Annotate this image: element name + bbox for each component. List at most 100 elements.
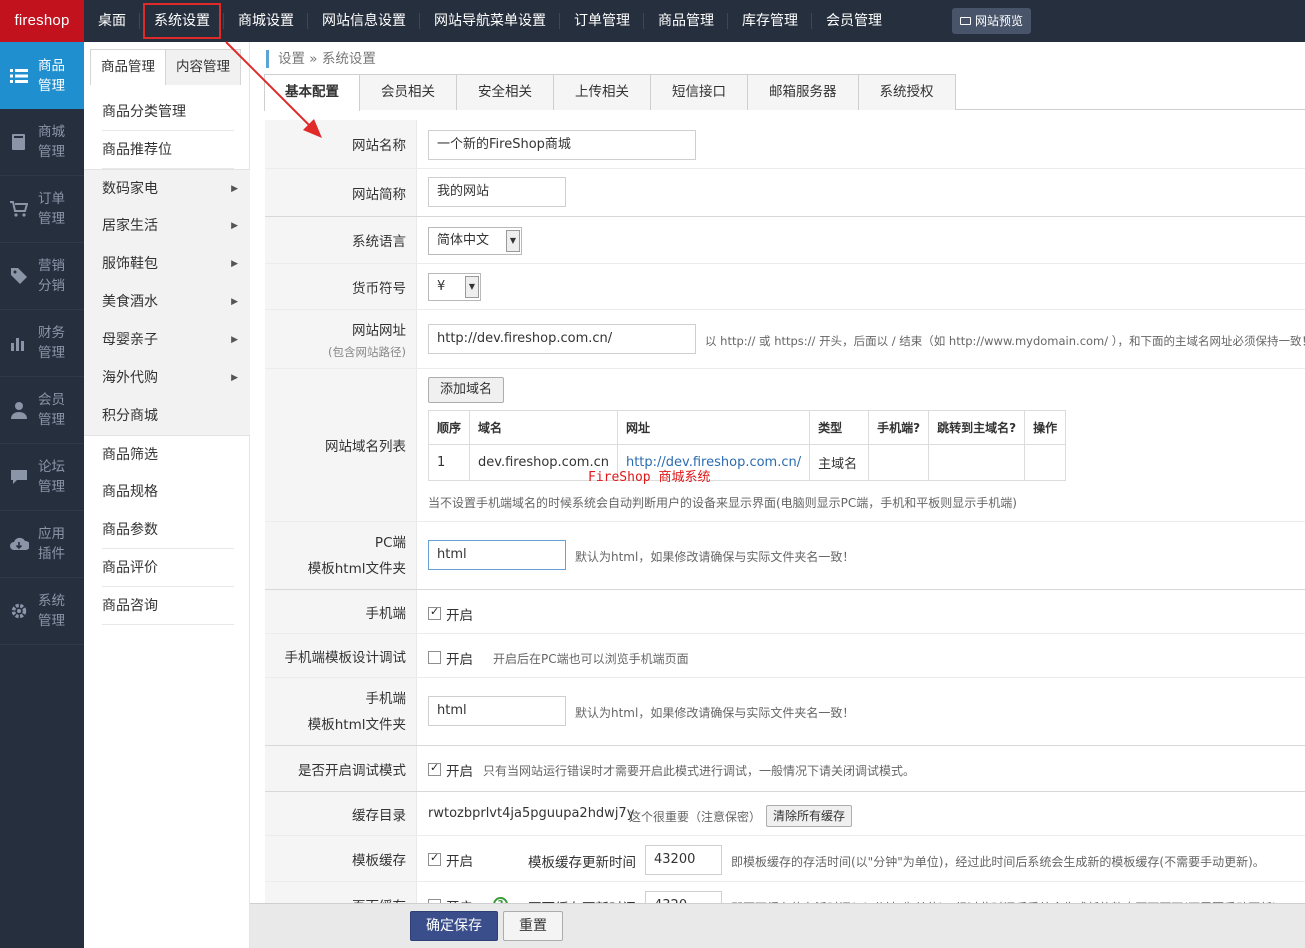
breadcrumb: 设置 » 系统设置 (266, 50, 376, 68)
leftnav-mall[interactable]: 商城管理 (0, 109, 84, 176)
template-cache-time-input[interactable]: 43200 (645, 845, 722, 875)
cell-action (1024, 444, 1067, 481)
mobile-template-input[interactable]: html (428, 696, 566, 726)
site-name-label: 网站名称 (265, 120, 417, 168)
col-order: 顺序 (427, 410, 471, 445)
caret-right-icon: ▶ (231, 297, 238, 307)
secondary-sidebar: 商品管理 内容管理 商品分类管理 商品推荐位 数码家电 ▶ 居家生活 ▶ 服饰鞋包 ▶… (84, 42, 250, 948)
topnav-orders[interactable]: 订单管理 (560, 0, 644, 42)
template-cache-checkbox[interactable] (428, 851, 441, 866)
subtab-content[interactable]: 内容管理 (165, 49, 241, 85)
mobile-debug-checkbox[interactable] (428, 651, 441, 664)
mobile-checkbox[interactable] (428, 605, 441, 620)
subnav-item[interactable]: 商品评价 (84, 549, 250, 587)
tab-security[interactable]: 安全相关 (456, 74, 554, 110)
row-site-short: 网站简称 我的网站 (265, 168, 1305, 216)
url-label: 网站网址 (352, 323, 406, 339)
pc-template-input[interactable]: html (428, 540, 566, 570)
tab-license[interactable]: 系统授权 (857, 74, 956, 110)
leftnav-members[interactable]: 会员管理 (0, 377, 84, 444)
caret-right-icon: ▶ (231, 221, 238, 231)
breadcrumb-sep: » (309, 51, 318, 67)
tag-icon (8, 265, 30, 287)
row-language: 系统语言 简体中文 ▼ (265, 216, 1305, 263)
topnav-products[interactable]: 商品管理 (644, 0, 728, 42)
comment-icon (8, 466, 30, 488)
row-template-cache: 模板缓存 开启 模板缓存更新时间 43200 即模板缓存的存活时间(以"分钟"为… (265, 835, 1305, 881)
gear-icon (8, 600, 30, 622)
subnav-item[interactable]: 积分商城 (84, 397, 250, 435)
subnav-item[interactable]: 商品推荐位 (84, 131, 250, 169)
topnav-mall-settings[interactable]: 商城设置 (224, 0, 308, 42)
row-mobile-debug: 手机端模板设计调试 开启 开启后在PC端也可以浏览手机端页面 (265, 633, 1305, 677)
breadcrumb-current: 系统设置 (321, 51, 376, 67)
subnav-item-label: 数码家电 (102, 181, 158, 197)
subtab-products[interactable]: 商品管理 (90, 49, 166, 85)
domain-hint: 当不设置手机端域名的时候系统会自动判断用户的设备来显示界面(电脑则显示PC端，手… (428, 496, 1017, 510)
subnav-item[interactable]: 服饰鞋包 ▶ (84, 245, 250, 283)
top-bar: fireshop 桌面 系统设置 商城设置 网站信息设置 网站导航菜单设置 订单… (0, 0, 1305, 42)
tab-member[interactable]: 会员相关 (359, 74, 457, 110)
cart-icon (8, 198, 30, 220)
url-input[interactable]: http://dev.fireshop.com.cn/ (428, 324, 696, 354)
topnav-site-info[interactable]: 网站信息设置 (308, 0, 420, 42)
user-icon (8, 399, 30, 421)
topnav-inventory[interactable]: 库存管理 (728, 0, 812, 42)
book-icon (8, 131, 30, 153)
col-type: 类型 (809, 410, 870, 445)
caret-right-icon: ▶ (231, 259, 238, 269)
currency-value: ¥ (437, 279, 446, 294)
leftnav-plugins[interactable]: 应用插件 (0, 511, 84, 578)
subnav-item[interactable]: 母婴亲子 ▶ (84, 321, 250, 359)
subnav-item[interactable]: 商品规格 (84, 473, 250, 511)
debug-mode-checkbox[interactable] (428, 761, 441, 776)
leftnav-forum[interactable]: 论坛管理 (0, 444, 84, 511)
leftnav-finance[interactable]: 财务管理 (0, 310, 84, 377)
tab-sms[interactable]: 短信接口 (650, 74, 748, 110)
add-domain-button[interactable]: 添加域名 (428, 377, 505, 403)
site-short-input[interactable]: 我的网站 (428, 177, 566, 207)
reset-button[interactable]: 重置 (503, 911, 563, 941)
subnav-item[interactable]: 商品筛选 (84, 435, 250, 473)
cache-dir-hint: 这个很重要（注意保密） (629, 810, 762, 824)
cell-order: 1 (427, 444, 471, 481)
tab-mail[interactable]: 邮箱服务器 (747, 74, 859, 110)
logo[interactable]: fireshop (0, 0, 84, 42)
subnav-item[interactable]: 数码家电 ▶ (84, 169, 250, 207)
currency-select[interactable]: ¥ ▼ (428, 273, 481, 301)
topnav-nav-menu[interactable]: 网站导航菜单设置 (420, 0, 560, 42)
domain-table-header: 顺序 域名 网址 类型 手机端? 跳转到主域名? 操作 (427, 410, 1067, 445)
col-redirect: 跳转到主域名? (928, 410, 1026, 445)
leftnav-orders[interactable]: 订单管理 (0, 176, 84, 243)
subnav-item[interactable]: 美食酒水 ▶ (84, 283, 250, 321)
dropdown-arrow-icon: ▼ (506, 230, 520, 252)
breadcrumb-root[interactable]: 设置 (278, 51, 305, 67)
subnav-item-label: 母婴亲子 (102, 332, 158, 348)
subnav-item[interactable]: 商品分类管理 (84, 93, 250, 131)
tab-upload[interactable]: 上传相关 (553, 74, 651, 110)
domain-list-label: 网站域名列表 (265, 369, 417, 521)
topnav-desktop[interactable]: 桌面 (84, 0, 140, 42)
subnav-item[interactable]: 商品咨询 (84, 587, 250, 625)
site-name-input[interactable]: 一个新的FireShop商城 (428, 130, 696, 160)
topnav-members[interactable]: 会员管理 (812, 0, 896, 42)
subnav-item[interactable]: 居家生活 ▶ (84, 207, 250, 245)
topnav-system-settings[interactable]: 系统设置 (140, 0, 224, 42)
left-sidebar: 商品管理 商城管理 订单管理 营销分销 财务管理 会员管理 论坛管理 应用插件 … (0, 42, 84, 948)
language-select[interactable]: 简体中文 ▼ (428, 227, 522, 255)
pc-label-line2: 模板html文件夹 (307, 560, 406, 577)
leftnav-label: 会员管理 (38, 392, 65, 428)
leftnav-marketing[interactable]: 营销分销 (0, 243, 84, 310)
tab-basic[interactable]: 基本配置 (264, 74, 360, 111)
site-preview-button[interactable]: 网站预览 (952, 8, 1032, 34)
subnav-item[interactable]: 商品参数 (84, 511, 250, 549)
leftnav-label: 应用插件 (38, 526, 65, 562)
clear-cache-button[interactable]: 清除所有缓存 (766, 805, 853, 827)
subnav-item[interactable]: 海外代购 ▶ (84, 359, 250, 397)
col-url: 网址 (616, 410, 811, 445)
leftnav-system[interactable]: 系统管理 (0, 578, 84, 645)
save-button[interactable]: 确定保存 (410, 911, 498, 941)
leftnav-products[interactable]: 商品管理 (0, 42, 84, 109)
pc-label-line1: PC端 (374, 534, 406, 551)
template-cache-on-label: 开启 (446, 854, 473, 870)
